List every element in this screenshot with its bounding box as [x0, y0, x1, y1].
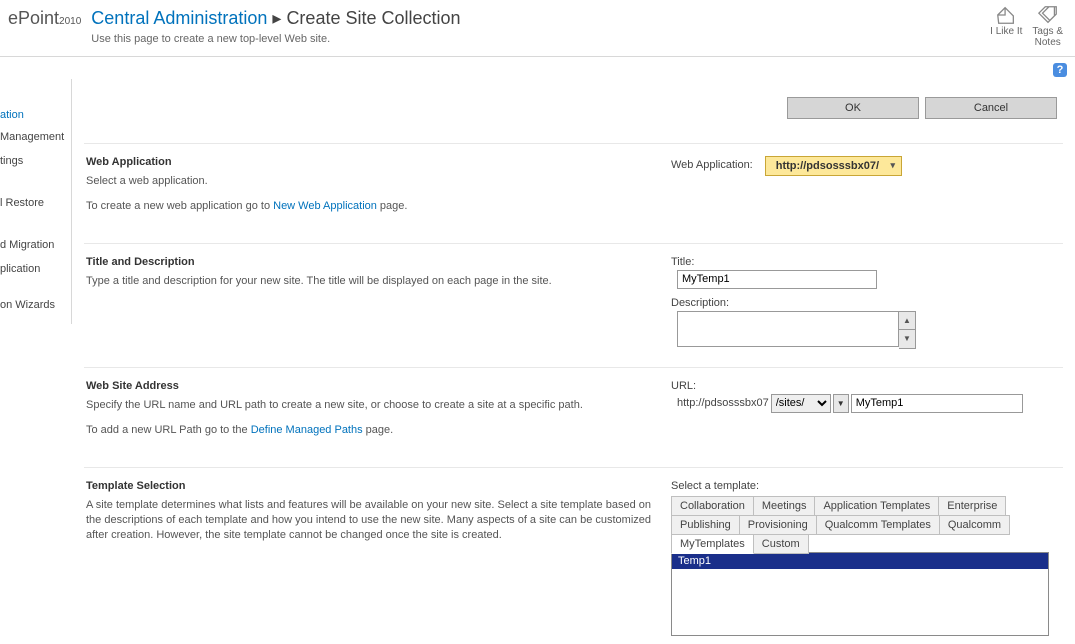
- section-web-site-address: Web Site Address Specify the URL name an…: [84, 367, 1063, 467]
- section-desc: Select a web application.: [86, 174, 651, 189]
- section-title-description: Title and Description Type a title and d…: [84, 243, 1063, 367]
- url-label: URL:: [671, 380, 1057, 392]
- description-textarea[interactable]: [677, 311, 899, 347]
- webapp-row: Web Application: http://pdsosssbx07/: [671, 156, 1057, 176]
- sidebar-item[interactable]: plication: [0, 259, 71, 283]
- section-desc: Type a title and description for your ne…: [86, 274, 651, 289]
- section-desc: Specify the URL name and URL path to cre…: [86, 398, 651, 413]
- text: page.: [363, 424, 394, 436]
- help-icon[interactable]: ?: [1053, 63, 1067, 77]
- breadcrumb-parent-link[interactable]: Central Administration: [91, 8, 267, 28]
- new-web-app-link[interactable]: New Web Application: [273, 200, 377, 212]
- text: To create a new web application go to: [86, 200, 273, 212]
- sidebar-item[interactable]: tings: [0, 151, 71, 175]
- section-desc: A site template determines what lists an…: [86, 498, 651, 544]
- template-item-selected[interactable]: Temp1: [672, 553, 1048, 569]
- tags-label: Tags & Notes: [1032, 26, 1063, 48]
- section-right: Web Application: http://pdsosssbx07/: [671, 156, 1057, 225]
- template-tab[interactable]: Collaboration: [671, 496, 754, 516]
- page-subtitle: Use this page to create a new top-level …: [91, 33, 990, 45]
- button-row: OK Cancel: [84, 97, 1063, 119]
- sidebar-item[interactable]: l Restore: [0, 193, 71, 217]
- section-template-selection: Template Selection A site template deter…: [84, 467, 1063, 640]
- url-input[interactable]: [851, 394, 1023, 413]
- template-tab[interactable]: Meetings: [753, 496, 816, 516]
- managed-paths-link[interactable]: Define Managed Paths: [251, 424, 363, 436]
- logo-year: 2010: [59, 16, 81, 27]
- url-prefix: http://pdsosssbx07: [677, 397, 769, 409]
- section-left: Template Selection A site template deter…: [86, 480, 671, 636]
- description-area: ▲ ▼: [677, 311, 1057, 349]
- section-right: Title: Description: ▲ ▼: [671, 256, 1057, 349]
- main-area: ation Management tings l Restore d Migra…: [0, 79, 1075, 644]
- textarea-scroll: ▲ ▼: [899, 311, 916, 349]
- ok-button[interactable]: OK: [787, 97, 919, 119]
- template-tab[interactable]: Enterprise: [938, 496, 1006, 516]
- sidebar-item[interactable]: Management: [0, 127, 71, 151]
- template-tab[interactable]: Qualcomm Templates: [816, 515, 940, 535]
- section-title: Web Application: [86, 156, 651, 168]
- breadcrumb: Central Administration ▸ Create Site Col…: [91, 8, 990, 29]
- breadcrumb-current: Create Site Collection: [286, 8, 460, 28]
- template-tab[interactable]: Publishing: [671, 515, 740, 535]
- template-tabs: Collaboration Meetings Application Templ…: [671, 496, 1051, 553]
- section-web-application: Web Application Select a web application…: [84, 143, 1063, 243]
- content: OK Cancel Web Application Select a web a…: [72, 79, 1075, 644]
- logo-text: ePoint: [8, 8, 59, 28]
- scroll-down-icon[interactable]: ▼: [899, 330, 915, 348]
- template-tab[interactable]: Provisioning: [739, 515, 817, 535]
- breadcrumb-sep: ▸: [267, 8, 286, 28]
- tags-icon: [1037, 4, 1059, 26]
- title-input[interactable]: [677, 270, 877, 289]
- webapp-dropdown[interactable]: http://pdsosssbx07/: [765, 156, 902, 176]
- cancel-button[interactable]: Cancel: [925, 97, 1057, 119]
- template-tab-active[interactable]: MyTemplates: [671, 534, 754, 554]
- tags-notes-button[interactable]: Tags & Notes: [1032, 4, 1063, 48]
- section-title: Title and Description: [86, 256, 651, 268]
- like-label: I Like It: [990, 26, 1022, 37]
- section-right: URL: http://pdsosssbx07 /sites/ ▼: [671, 380, 1057, 449]
- help-row: ?: [0, 57, 1075, 79]
- sidebar-item[interactable]: d Migration: [0, 235, 71, 259]
- tag-like-icon: [995, 4, 1017, 26]
- text: To add a new URL Path go to the: [86, 424, 251, 436]
- template-tab[interactable]: Custom: [753, 534, 809, 554]
- section-desc: To add a new URL Path go to the Define M…: [86, 423, 651, 438]
- section-title: Web Site Address: [86, 380, 651, 392]
- section-left: Web Site Address Specify the URL name an…: [86, 380, 671, 449]
- select-template-label: Select a template:: [671, 480, 1057, 492]
- section-left: Web Application Select a web application…: [86, 156, 671, 225]
- header-actions: I Like It Tags & Notes: [990, 4, 1067, 48]
- like-button[interactable]: I Like It: [990, 4, 1022, 48]
- sidebar-heading[interactable]: ation: [0, 107, 71, 127]
- template-list[interactable]: Temp1: [671, 552, 1049, 636]
- section-title: Template Selection: [86, 480, 651, 492]
- section-desc: To create a new web application go to Ne…: [86, 199, 651, 214]
- section-right: Select a template: Collaboration Meeting…: [671, 480, 1057, 636]
- template-tab[interactable]: Application Templates: [814, 496, 939, 516]
- url-path-select[interactable]: /sites/: [771, 394, 831, 413]
- url-row: http://pdsosssbx07 /sites/ ▼: [677, 394, 1057, 413]
- template-tab[interactable]: Qualcomm: [939, 515, 1010, 535]
- logo: ePoint2010: [8, 4, 81, 48]
- top-bar: ePoint2010 Central Administration ▸ Crea…: [0, 0, 1075, 57]
- sidebar: ation Management tings l Restore d Migra…: [0, 79, 72, 324]
- section-left: Title and Description Type a title and d…: [86, 256, 671, 349]
- sidebar-item[interactable]: on Wizards: [0, 295, 71, 319]
- dropdown-button-icon[interactable]: ▼: [833, 394, 849, 413]
- breadcrumb-area: Central Administration ▸ Create Site Col…: [81, 4, 990, 48]
- description-label: Description:: [671, 297, 1057, 309]
- text: page.: [377, 200, 408, 212]
- webapp-label: Web Application:: [671, 159, 753, 171]
- title-label: Title:: [671, 256, 1057, 268]
- scroll-up-icon[interactable]: ▲: [899, 312, 915, 330]
